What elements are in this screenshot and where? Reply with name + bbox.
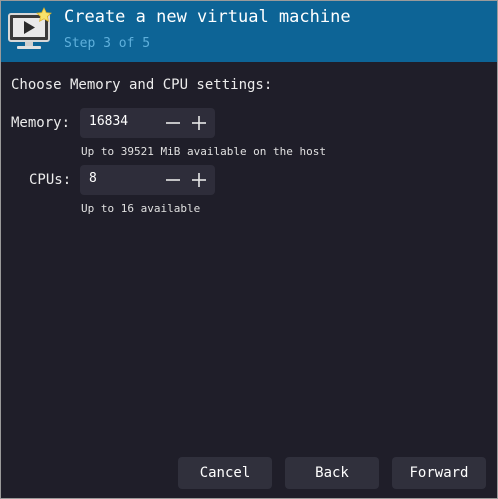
wizard-header: Create a new virtual machine Step 3 of 5 [1,1,497,62]
plus-icon [192,173,206,187]
memory-label: Memory: [11,115,71,131]
new-vm-wizard-window: Create a new virtual machine Step 3 of 5… [0,0,498,499]
memory-decrement-button[interactable] [163,113,183,133]
wizard-title: Create a new virtual machine [64,7,351,27]
cpus-decrement-button[interactable] [163,170,183,190]
cpus-label: CPUs: [29,172,72,188]
back-button[interactable]: Back [285,457,379,489]
minus-icon [166,179,180,181]
section-heading: Choose Memory and CPU settings: [11,77,273,93]
cpus-hint: Up to 16 available [81,202,201,215]
minus-icon [166,122,180,124]
plus-icon [192,116,206,130]
cancel-button[interactable]: Cancel [178,457,272,489]
cpus-increment-button[interactable] [189,170,209,190]
cpus-value[interactable]: 8 [89,171,97,186]
forward-button[interactable]: Forward [392,457,486,489]
vm-monitor-icon [7,7,55,53]
memory-increment-button[interactable] [189,113,209,133]
cpus-spinbutton[interactable]: 8 [80,165,215,195]
memory-hint: Up to 39521 MiB available on the host [81,145,327,158]
memory-spinbutton[interactable]: 16834 [80,108,215,138]
wizard-step-indicator: Step 3 of 5 [64,36,151,51]
memory-value[interactable]: 16834 [89,114,128,129]
